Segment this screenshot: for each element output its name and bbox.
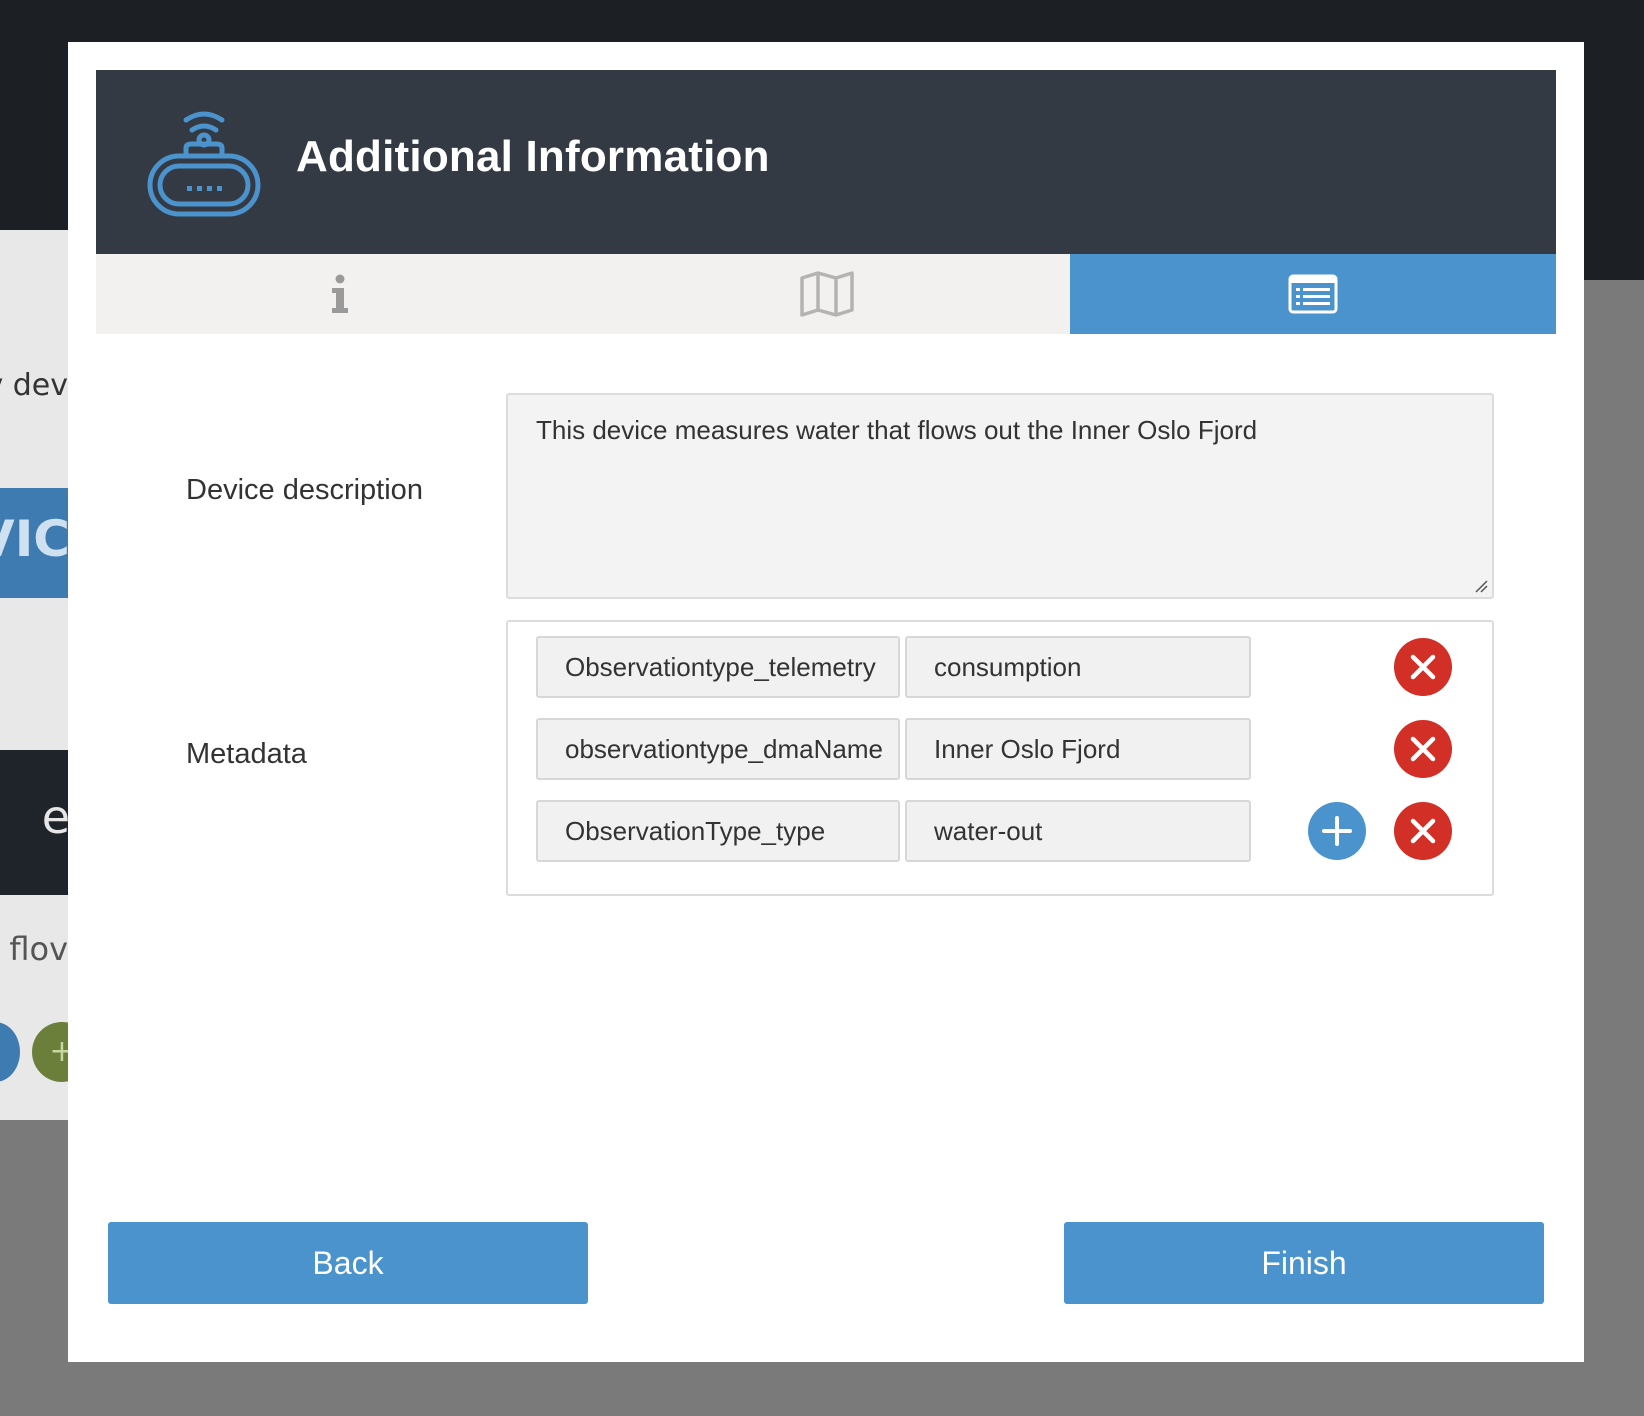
background-green-circle: + — [32, 1022, 70, 1082]
background-dark-box: e — [0, 750, 70, 895]
modal-header: Additional Information — [96, 70, 1556, 254]
tab-map[interactable] — [583, 254, 1070, 334]
tab-details[interactable] — [1070, 254, 1556, 334]
remove-metadata-button[interactable] — [1394, 802, 1452, 860]
metadata-row: Observationtype_telemetry consumption — [536, 636, 1476, 698]
remove-metadata-button[interactable] — [1394, 720, 1452, 778]
metadata-key-field[interactable]: Observationtype_telemetry — [536, 636, 900, 698]
info-icon — [331, 274, 348, 313]
device-description-label: Device description — [186, 474, 423, 506]
metadata-key-field[interactable]: ObservationType_type — [536, 800, 900, 862]
background-banner: EVIC — [0, 488, 70, 598]
background-banner-text: EVIC — [0, 510, 70, 568]
background-text-2: at flov — [0, 930, 68, 968]
resize-handle-icon[interactable] — [1474, 579, 1488, 593]
router-icon — [147, 111, 261, 217]
metadata-value-field[interactable]: consumption — [905, 636, 1251, 698]
additional-information-modal: Additional Information Device descriptio… — [68, 42, 1584, 1362]
remove-metadata-button[interactable] — [1394, 638, 1452, 696]
background-blue-circle — [0, 1022, 20, 1082]
metadata-value-field[interactable]: Inner Oslo Fjord — [905, 718, 1251, 780]
finish-button[interactable]: Finish — [1064, 1222, 1544, 1304]
metadata-container: Observationtype_telemetry consumption ob… — [506, 620, 1494, 896]
metadata-row: ObservationType_type water-out — [536, 800, 1476, 862]
map-icon — [799, 271, 854, 317]
background-panel: v dev EVIC e at flov + — [0, 230, 70, 1120]
metadata-key-field[interactable]: observationtype_dmaName — [536, 718, 900, 780]
background-text: v dev — [0, 368, 68, 403]
tab-info[interactable] — [96, 254, 583, 334]
wizard-tabs — [96, 254, 1556, 334]
plus-icon — [1322, 816, 1352, 846]
device-description-textarea[interactable]: This device measures water that flows ou… — [506, 393, 1494, 599]
close-icon — [1410, 736, 1436, 762]
back-button[interactable]: Back — [108, 1222, 588, 1304]
modal-title: Additional Information — [296, 132, 770, 181]
device-description-value: This device measures water that flows ou… — [536, 415, 1258, 445]
metadata-label: Metadata — [186, 738, 307, 770]
background-dark-text: e — [41, 790, 70, 844]
close-icon — [1410, 818, 1436, 844]
add-metadata-button[interactable] — [1308, 802, 1366, 860]
list-icon — [1288, 274, 1338, 314]
close-icon — [1410, 654, 1436, 680]
metadata-value-field[interactable]: water-out — [905, 800, 1251, 862]
metadata-row: observationtype_dmaName Inner Oslo Fjord — [536, 718, 1476, 780]
